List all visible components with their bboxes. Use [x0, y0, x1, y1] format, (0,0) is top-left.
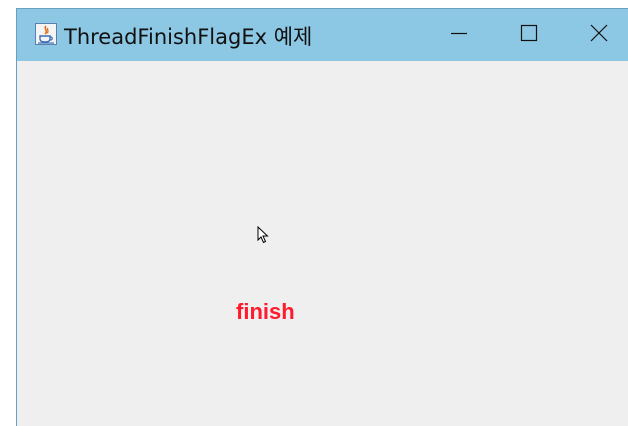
java-icon[interactable]	[35, 23, 57, 45]
app-window: ThreadFinishFlagEx 예제 finish	[16, 8, 628, 426]
content-panel: finish	[17, 61, 628, 426]
minimize-icon	[449, 23, 469, 48]
window-title: ThreadFinishFlagEx 예제	[64, 25, 313, 49]
minimize-button[interactable]	[436, 9, 482, 61]
status-label: finish	[236, 299, 295, 324]
close-button[interactable]	[576, 9, 622, 61]
mouse-pointer-icon	[257, 225, 269, 244]
maximize-button[interactable]	[506, 9, 552, 61]
title-bar[interactable]: ThreadFinishFlagEx 예제	[17, 9, 628, 61]
maximize-icon	[519, 23, 539, 48]
close-icon	[589, 23, 609, 48]
